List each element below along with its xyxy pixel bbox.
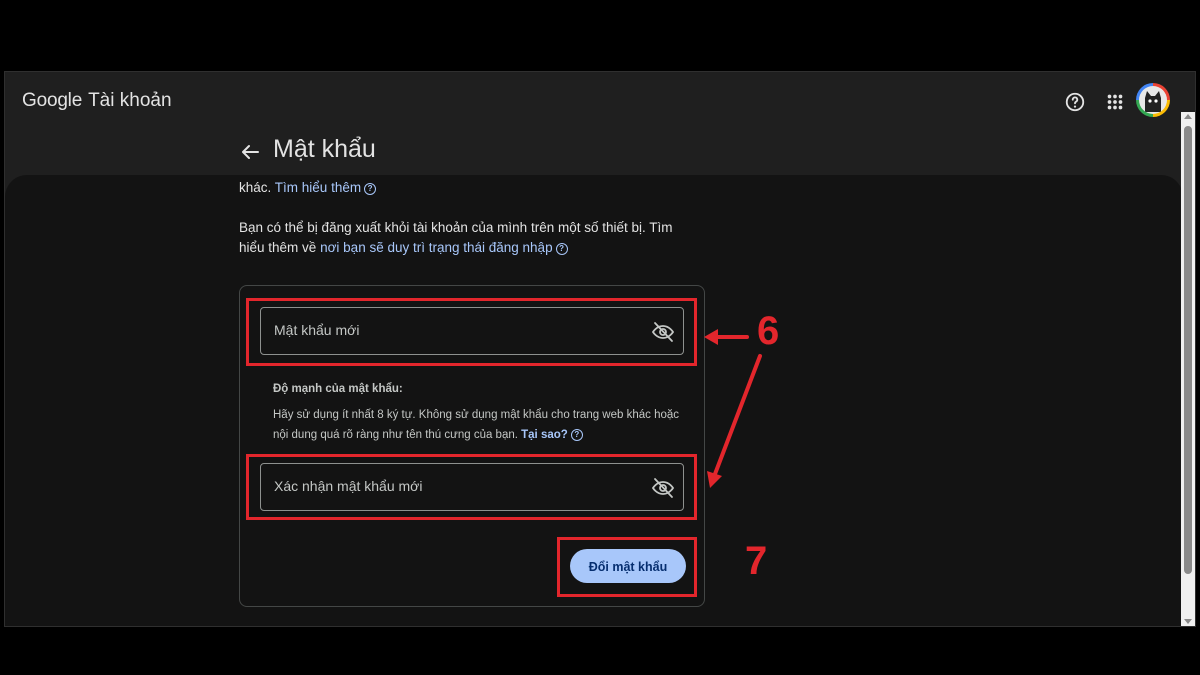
- step-number-7: 7: [745, 539, 768, 583]
- arrow-to-confirm-password: [713, 354, 762, 476]
- arrow-head-2: [707, 471, 722, 488]
- annotation-arrows: [704, 329, 762, 488]
- step-number-6: 6: [757, 309, 780, 353]
- arrow-head-1: [704, 329, 718, 345]
